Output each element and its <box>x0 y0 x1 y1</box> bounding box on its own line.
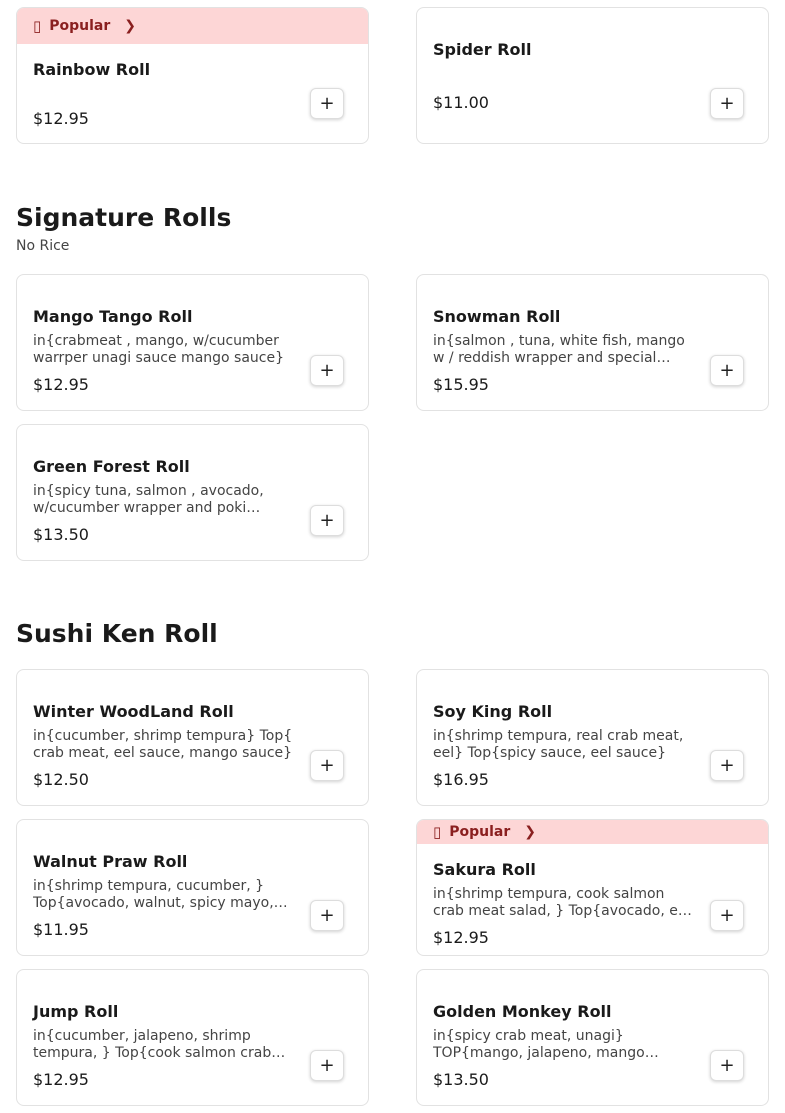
add-to-cart-button[interactable]: + <box>710 1050 744 1081</box>
item-price: $12.95 <box>33 375 89 394</box>
add-to-cart-button[interactable]: + <box>310 1050 344 1081</box>
menu-item-card[interactable]: Green Forest Roll in{spicy tuna, salmon … <box>16 424 369 561</box>
add-to-cart-button[interactable]: + <box>710 355 744 386</box>
item-description: in{shrimp tempura, cucumber, } Top{avoca… <box>33 878 274 911</box>
item-price: $12.95 <box>33 1070 89 1089</box>
item-name: Golden Monkey Roll <box>433 1002 612 1021</box>
menu-item-card[interactable]: Mango Tango Roll in{crabmeat , mango, w/… <box>16 274 369 411</box>
fire-icon: ▯ <box>433 823 442 841</box>
item-description: in{spicy tuna, salmon , avocado, w/cucum… <box>33 483 264 516</box>
chevron-right-icon: ❯ <box>524 824 537 840</box>
plus-icon: + <box>319 905 335 926</box>
menu-item-card[interactable]: ▯ Popular ❯ Rainbow Roll $12.95 + <box>16 7 369 144</box>
item-name: Walnut Praw Roll <box>33 852 188 871</box>
item-description: in{shrimp tempura, cook salmon crab meat… <box>433 886 691 919</box>
section-title: Signature Rolls <box>16 203 232 232</box>
item-name: Winter WoodLand Roll <box>33 702 234 721</box>
item-name: Green Forest Roll <box>33 457 190 476</box>
add-to-cart-button[interactable]: + <box>710 88 744 119</box>
badge-label: Popular <box>49 18 111 34</box>
item-price: $12.95 <box>433 928 489 947</box>
item-name: Snowman Roll <box>433 307 561 326</box>
menu-item-card[interactable]: Soy King Roll in{shrimp tempura, real cr… <box>416 669 769 806</box>
item-name: Soy King Roll <box>433 702 553 721</box>
item-price: $13.50 <box>433 1070 489 1089</box>
badge-label: Popular <box>449 824 511 840</box>
item-description: in{shrimp tempura, real crab meat, eel} … <box>433 728 684 761</box>
plus-icon: + <box>319 755 335 776</box>
item-name: Mango Tango Roll <box>33 307 193 326</box>
add-to-cart-button[interactable]: + <box>310 505 344 536</box>
plus-icon: + <box>719 93 735 114</box>
plus-icon: + <box>319 510 335 531</box>
item-description: in{cucumber, shrimp tempura} Top{ crab m… <box>33 728 293 761</box>
section-title: Sushi Ken Roll <box>16 619 218 648</box>
fire-icon: ▯ <box>33 17 42 35</box>
sushi-ken-rolls-grid: Winter WoodLand Roll in{cucumber, shrimp… <box>16 669 769 1106</box>
item-price: $11.00 <box>433 93 489 112</box>
plus-icon: + <box>319 93 335 114</box>
item-price: $12.50 <box>33 770 89 789</box>
item-description: in{spicy crab meat, unagi} TOP{mango, ja… <box>433 1028 645 1061</box>
add-to-cart-button[interactable]: + <box>310 88 344 119</box>
plus-icon: + <box>719 360 735 381</box>
item-price: $15.95 <box>433 375 489 394</box>
menu-item-card[interactable]: Snowman Roll in{salmon , tuna, white fis… <box>416 274 769 411</box>
section-subtitle: No Rice <box>16 238 70 254</box>
menu-item-card[interactable]: Golden Monkey Roll in{spicy crab meat, u… <box>416 969 769 1106</box>
item-price: $11.95 <box>33 920 89 939</box>
signature-rolls-grid: Mango Tango Roll in{crabmeat , mango, w/… <box>16 274 769 561</box>
item-price: $13.50 <box>33 525 89 544</box>
item-name: Sakura Roll <box>433 860 536 879</box>
menu-item-card[interactable]: ▯ Popular ❯ Sakura Roll in{shrimp tempur… <box>416 819 769 956</box>
plus-icon: + <box>719 755 735 776</box>
plus-icon: + <box>719 905 735 926</box>
plus-icon: + <box>719 1055 735 1076</box>
menu-item-card[interactable]: Winter WoodLand Roll in{cucumber, shrimp… <box>16 669 369 806</box>
add-to-cart-button[interactable]: + <box>710 900 744 931</box>
plus-icon: + <box>319 360 335 381</box>
item-name: Spider Roll <box>433 40 532 59</box>
item-price: $16.95 <box>433 770 489 789</box>
item-description: in{salmon , tuna, white fish, mango w / … <box>433 333 685 366</box>
item-name: Jump Roll <box>33 1002 119 1021</box>
menu-item-card[interactable]: Spider Roll $11.00 + <box>416 7 769 144</box>
item-description: in{crabmeat , mango, w/cucumber warrper … <box>33 333 285 366</box>
add-to-cart-button[interactable]: + <box>310 750 344 781</box>
menu-item-card[interactable]: Walnut Praw Roll in{shrimp tempura, cucu… <box>16 819 369 956</box>
plus-icon: + <box>319 1055 335 1076</box>
item-price: $12.95 <box>33 109 89 128</box>
chevron-right-icon: ❯ <box>124 18 137 34</box>
popular-badge[interactable]: ▯ Popular ❯ <box>417 820 768 844</box>
popular-badge[interactable]: ▯ Popular ❯ <box>17 8 368 44</box>
item-name: Rainbow Roll <box>33 60 151 79</box>
add-to-cart-button[interactable]: + <box>710 750 744 781</box>
add-to-cart-button[interactable]: + <box>310 355 344 386</box>
item-description: in{cucumber, jalapeno, shrimp tempura, }… <box>33 1028 272 1061</box>
top-items-grid: ▯ Popular ❯ Rainbow Roll $12.95 + Spider… <box>16 7 769 144</box>
add-to-cart-button[interactable]: + <box>310 900 344 931</box>
menu-item-card[interactable]: Jump Roll in{cucumber, jalapeno, shrimp … <box>16 969 369 1106</box>
